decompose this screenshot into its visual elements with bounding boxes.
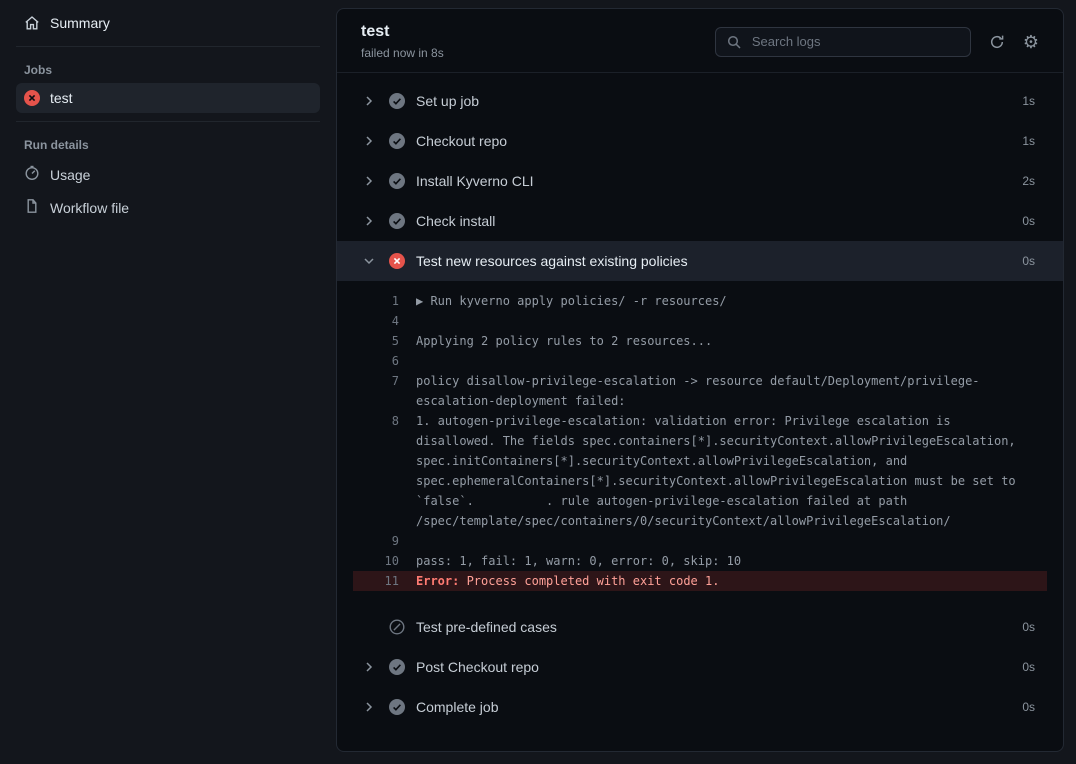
log-line: 9 (337, 531, 1063, 551)
sidebar-item-summary[interactable]: Summary (16, 8, 320, 38)
chevron-down-icon[interactable] (361, 253, 377, 269)
log-line-text (416, 531, 1035, 551)
step-label: Check install (416, 213, 495, 229)
step-label: Test new resources against existing poli… (416, 253, 688, 269)
steps-list: Set up job 1s Checkout repo 1s Install K… (337, 73, 1063, 751)
sidebar-divider (16, 46, 320, 47)
log-line-number[interactable]: 4 (377, 311, 399, 331)
log-line-number[interactable]: 8 (377, 411, 399, 531)
sidebar-item-workflow-file[interactable]: Workflow file (16, 191, 320, 224)
error-message: Process completed with exit code 1. (459, 574, 719, 588)
step-log-output: 1 ▶ Run kyverno apply policies/ -r resou… (337, 281, 1063, 607)
step-row-check-install[interactable]: Check install 0s (337, 201, 1063, 241)
sidebar-job-test[interactable]: test (16, 83, 320, 113)
log-line-text: pass: 1, fail: 1, warn: 0, error: 0, ski… (416, 551, 1035, 571)
x-circle-icon (24, 90, 40, 106)
check-circle-icon (389, 133, 405, 149)
step-label: Test pre-defined cases (416, 619, 557, 635)
step-duration: 1s (1022, 94, 1035, 108)
log-line-number[interactable]: 10 (377, 551, 399, 571)
home-icon (24, 15, 40, 31)
log-line-text: Applying 2 policy rules to 2 resources..… (416, 331, 1035, 351)
log-line: 7 policy disallow-privilege-escalation -… (337, 371, 1063, 411)
log-line-number[interactable]: 6 (377, 351, 399, 371)
log-line: 1 ▶ Run kyverno apply policies/ -r resou… (337, 291, 1063, 311)
usage-label: Usage (50, 167, 90, 183)
log-line: 8 1. autogen-privilege-escalation: valid… (337, 411, 1063, 531)
step-row-complete-job[interactable]: Complete job 0s (337, 687, 1063, 727)
panel-header: test failed now in 8s ⚙ (337, 9, 1063, 73)
chevron-right-icon[interactable] (361, 213, 377, 229)
check-circle-icon (389, 213, 405, 229)
refresh-icon[interactable] (989, 34, 1005, 50)
job-title: test (361, 23, 444, 41)
search-logs-input[interactable] (750, 33, 960, 50)
step-duration: 0s (1022, 254, 1035, 268)
step-label: Install Kyverno CLI (416, 173, 534, 189)
workflow-file-label: Workflow file (50, 200, 129, 216)
log-line-text: Error: Process completed with exit code … (416, 571, 1035, 591)
chevron-right-icon[interactable] (361, 659, 377, 675)
chevron-right-icon[interactable] (361, 699, 377, 715)
job-title-block: test failed now in 8s (361, 23, 444, 60)
log-line: 10 pass: 1, fail: 1, warn: 0, error: 0, … (337, 551, 1063, 571)
log-line-number[interactable]: 1 (377, 291, 399, 311)
step-row-test-pre-defined-cases[interactable]: Test pre-defined cases 0s (337, 607, 1063, 647)
log-line-error: 11 Error: Process completed with exit co… (353, 571, 1047, 591)
step-duration: 0s (1022, 700, 1035, 714)
log-line-text: policy disallow-privilege-escalation -> … (416, 371, 1035, 411)
step-label: Set up job (416, 93, 479, 109)
log-line: 4 (337, 311, 1063, 331)
step-label: Post Checkout repo (416, 659, 539, 675)
x-circle-icon (389, 253, 405, 269)
skip-circle-icon (389, 619, 405, 635)
step-row-install-kyverno-cli[interactable]: Install Kyverno CLI 2s (337, 161, 1063, 201)
check-circle-icon (389, 173, 405, 189)
check-circle-icon (389, 93, 405, 109)
step-row-set-up-job[interactable]: Set up job 1s (337, 81, 1063, 121)
search-logs-box[interactable] (715, 27, 971, 57)
check-circle-icon (389, 699, 405, 715)
chevron-right-icon[interactable] (361, 173, 377, 189)
step-label: Checkout repo (416, 133, 507, 149)
step-duration: 0s (1022, 660, 1035, 674)
log-line: 5 Applying 2 policy rules to 2 resources… (337, 331, 1063, 351)
step-row-test-new-resources[interactable]: Test new resources against existing poli… (337, 241, 1063, 281)
log-line-text (416, 351, 1035, 371)
panel-controls: ⚙ (715, 27, 1039, 57)
error-prefix: Error: (416, 574, 459, 588)
log-line: 6 (337, 351, 1063, 371)
jobs-header: Jobs (16, 55, 320, 83)
log-line-text (416, 311, 1035, 331)
step-row-post-checkout-repo[interactable]: Post Checkout repo 0s (337, 647, 1063, 687)
job-status-text: failed now in 8s (361, 46, 444, 60)
search-icon (726, 34, 742, 50)
log-line-number[interactable]: 9 (377, 531, 399, 551)
job-label: test (50, 90, 73, 106)
step-duration: 0s (1022, 620, 1035, 634)
step-duration: 0s (1022, 214, 1035, 228)
step-duration: 2s (1022, 174, 1035, 188)
sidebar-divider (16, 121, 320, 122)
run-details-header: Run details (16, 130, 320, 158)
log-line-number[interactable]: 11 (377, 571, 399, 591)
step-label: Complete job (416, 699, 499, 715)
summary-label: Summary (50, 15, 110, 31)
log-line-text: ▶ Run kyverno apply policies/ -r resourc… (416, 291, 1035, 311)
chevron-right-icon[interactable] (361, 93, 377, 109)
sidebar-item-usage[interactable]: Usage (16, 158, 320, 191)
stopwatch-icon (24, 165, 40, 184)
workflow-file-icon (24, 198, 40, 217)
log-line-text: 1. autogen-privilege-escalation: validat… (416, 411, 1035, 531)
step-row-checkout-repo[interactable]: Checkout repo 1s (337, 121, 1063, 161)
step-duration: 1s (1022, 134, 1035, 148)
check-circle-icon (389, 659, 405, 675)
sidebar: Summary Jobs test Run details Usage Work… (0, 0, 336, 764)
log-line-number[interactable]: 5 (377, 331, 399, 351)
job-log-panel: test failed now in 8s ⚙ Set up job 1s (336, 8, 1064, 752)
log-line-number[interactable]: 7 (377, 371, 399, 411)
chevron-right-icon[interactable] (361, 133, 377, 149)
gear-icon[interactable]: ⚙ (1023, 34, 1039, 50)
